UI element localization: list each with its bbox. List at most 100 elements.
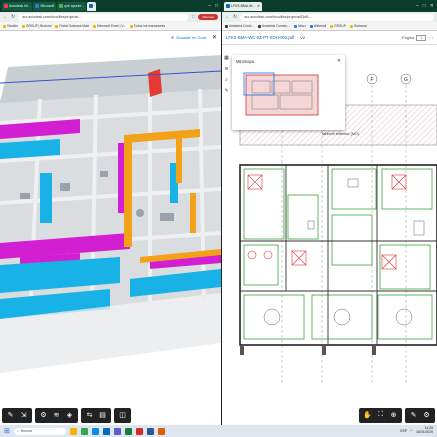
- taskbar-search-input[interactable]: ⌕ Buscar: [13, 427, 66, 435]
- layers-icon[interactable]: ≋: [51, 410, 62, 421]
- bookmark-label: Gestión: [7, 24, 18, 28]
- windows-taskbar: ⊞ ⌕ Buscar ESP ◠ 11:25 16/01/2025: [0, 425, 437, 437]
- bookmark[interactable]: GROUP: [330, 24, 346, 28]
- bookmark[interactable]: Microsoft Excel | V...: [93, 24, 126, 28]
- word-icon[interactable]: [146, 427, 154, 435]
- model-3d-viewport[interactable]: [0, 43, 221, 387]
- minimap-panel: Minimapa ✕: [232, 55, 345, 130]
- clock[interactable]: 11:25 16/01/2025: [416, 427, 433, 434]
- bookmark[interactable]: Todos los marcadores: [129, 24, 165, 28]
- close-window-icon[interactable]: ✕: [430, 3, 434, 9]
- tab-4-active[interactable]: [87, 1, 97, 11]
- chevron-right-icon[interactable]: ›: [432, 35, 433, 40]
- pdf-toolbar: ✋ ⛶ ⊕ ✎ ⚙: [359, 407, 435, 423]
- tab-bar: Autodesk Mi... Microsoft que apunte... –…: [0, 0, 221, 12]
- teams-icon[interactable]: [113, 427, 121, 435]
- bookmark[interactable]: Autodesk Consl...: [225, 24, 254, 28]
- autodesk-icon: [225, 24, 228, 28]
- fit-icon[interactable]: ⛶: [375, 410, 386, 421]
- toolbar-group-markup: ✎ ⚙: [405, 407, 435, 423]
- minimize-icon[interactable]: –: [416, 3, 419, 9]
- folder-icon: [22, 24, 25, 28]
- chrome-icon[interactable]: [80, 427, 88, 435]
- bookmark[interactable]: Gestión: [3, 24, 18, 28]
- markup-icon[interactable]: ✎: [224, 88, 228, 94]
- close-icon[interactable]: ✕: [212, 34, 217, 41]
- bookmark[interactable]: Autodesk Constru...: [257, 24, 290, 28]
- measure-icon[interactable]: ⇲: [18, 410, 29, 421]
- pages-icon[interactable]: ▦: [224, 55, 229, 61]
- tab-1[interactable]: Autodesk Mi...: [2, 1, 33, 11]
- clock-date: 16/01/2025: [416, 430, 433, 434]
- viewer-toolbar: ✎ ⇲ ⚙ ≋ ◈ ⇆ ▤ ◫: [2, 407, 131, 423]
- url-field[interactable]: acc.autodesk.com/docs/files/projects/...: [18, 13, 188, 21]
- lang-indicator[interactable]: ESP: [400, 429, 407, 433]
- back-icon[interactable]: ←: [225, 14, 230, 20]
- bookmark[interactable]: Webmail: [309, 24, 326, 28]
- save-view-label: Guardar en Guia: [176, 34, 206, 40]
- pdf-header: LFKS-BMA-WC-ZZ-PT-SOH-002.pdf V2 Página …: [222, 31, 437, 45]
- acrobat-icon[interactable]: [135, 427, 143, 435]
- url-field[interactable]: acc.autodesk.com/docs/files/projects/83d…: [240, 13, 434, 21]
- excel-icon[interactable]: [124, 427, 132, 435]
- outlook-icon[interactable]: [102, 427, 110, 435]
- version-badge[interactable]: V2: [300, 35, 305, 40]
- hand-icon[interactable]: ✋: [362, 410, 373, 421]
- tab-close-icon[interactable]: ✕: [257, 4, 260, 8]
- tab-pdf-active[interactable]: LFKS-BMA-W... ✕: [224, 1, 262, 11]
- tab-favicon-icon: [226, 4, 230, 8]
- folder-icon: [55, 24, 59, 28]
- mail-icon: [309, 24, 313, 28]
- edge-icon[interactable]: [91, 427, 99, 435]
- reload-icon[interactable]: ↻: [233, 14, 237, 20]
- search-icon[interactable]: ⌕: [225, 77, 228, 83]
- settings-icon[interactable]: ⚙: [421, 410, 432, 421]
- minimap-preview[interactable]: [232, 67, 345, 127]
- bookmark[interactable]: Inbox: [293, 24, 306, 28]
- back-icon[interactable]: ←: [3, 14, 8, 20]
- bookmark[interactable]: GROUP | Brotond: [22, 24, 51, 28]
- zoom-icon[interactable]: ⊕: [388, 410, 399, 421]
- bookmark-label: Microsoft Excel | V...: [97, 24, 126, 28]
- tab-label: que apunte...: [64, 4, 85, 8]
- bookmark-label: GROUP | Brotond: [26, 24, 52, 28]
- wifi-icon[interactable]: ◠: [410, 429, 413, 433]
- maximize-icon[interactable]: □: [423, 3, 426, 9]
- folder-icon: [3, 24, 6, 28]
- address-bar: ← ↻ acc.autodesk.com/docs/files/projects…: [0, 12, 221, 22]
- windows-start-icon[interactable]: ⊞: [4, 427, 10, 435]
- left-browser-window: Autodesk Mi... Microsoft que apunte... –…: [0, 0, 221, 425]
- app-icon[interactable]: [157, 427, 165, 435]
- minimap-header: Minimapa ✕: [232, 55, 345, 67]
- pencil-icon[interactable]: ✎: [408, 410, 419, 421]
- tab-favicon-icon: [89, 4, 94, 8]
- cube-icon[interactable]: ◫: [117, 410, 128, 421]
- maximize-icon[interactable]: □: [215, 3, 218, 9]
- page-input[interactable]: 1: [416, 34, 427, 41]
- toolbar-group-view: ⇆ ▤: [81, 407, 111, 423]
- chevron-left-icon[interactable]: ‹: [428, 35, 429, 40]
- left-tool-rail: ▦ ≋ ⌕ ✎: [222, 55, 231, 94]
- share-icon[interactable]: ⇆: [84, 410, 95, 421]
- right-browser-window: LFKS-BMA-W... ✕ – □ ✕ ← ↻ acc.autodesk.co…: [222, 0, 437, 425]
- save-view-button[interactable]: ⊕ Guardar en Guia: [171, 35, 206, 40]
- model-icon[interactable]: ◈: [64, 410, 75, 421]
- layers-icon[interactable]: ≋: [224, 66, 228, 72]
- tab-3[interactable]: que apunte...: [57, 1, 87, 11]
- settings-icon[interactable]: ⚙: [38, 410, 49, 421]
- mail-icon: [293, 24, 297, 28]
- profile-button[interactable]: Retomar: [198, 14, 218, 20]
- pdf-file-title[interactable]: LFKS-BMA-WC-ZZ-PT-SOH-002.pdf: [226, 35, 294, 40]
- bookmark[interactable]: Guimosa: [349, 24, 367, 28]
- explorer-icon[interactable]: [69, 427, 77, 435]
- toolbar-group-nav: ✋ ⛶ ⊕: [359, 407, 402, 423]
- reload-icon[interactable]: ↻: [11, 14, 15, 20]
- properties-icon[interactable]: ▤: [97, 410, 108, 421]
- minimize-icon[interactable]: –: [208, 3, 211, 9]
- close-icon[interactable]: ✕: [337, 58, 341, 64]
- star-icon[interactable]: ☆: [191, 14, 195, 20]
- tab-2[interactable]: Microsoft: [33, 1, 57, 11]
- bookmark[interactable]: Portal Guimosa Mole: [55, 24, 89, 28]
- search-icon: ⌕: [16, 429, 19, 433]
- pencil-icon[interactable]: ✎: [5, 410, 16, 421]
